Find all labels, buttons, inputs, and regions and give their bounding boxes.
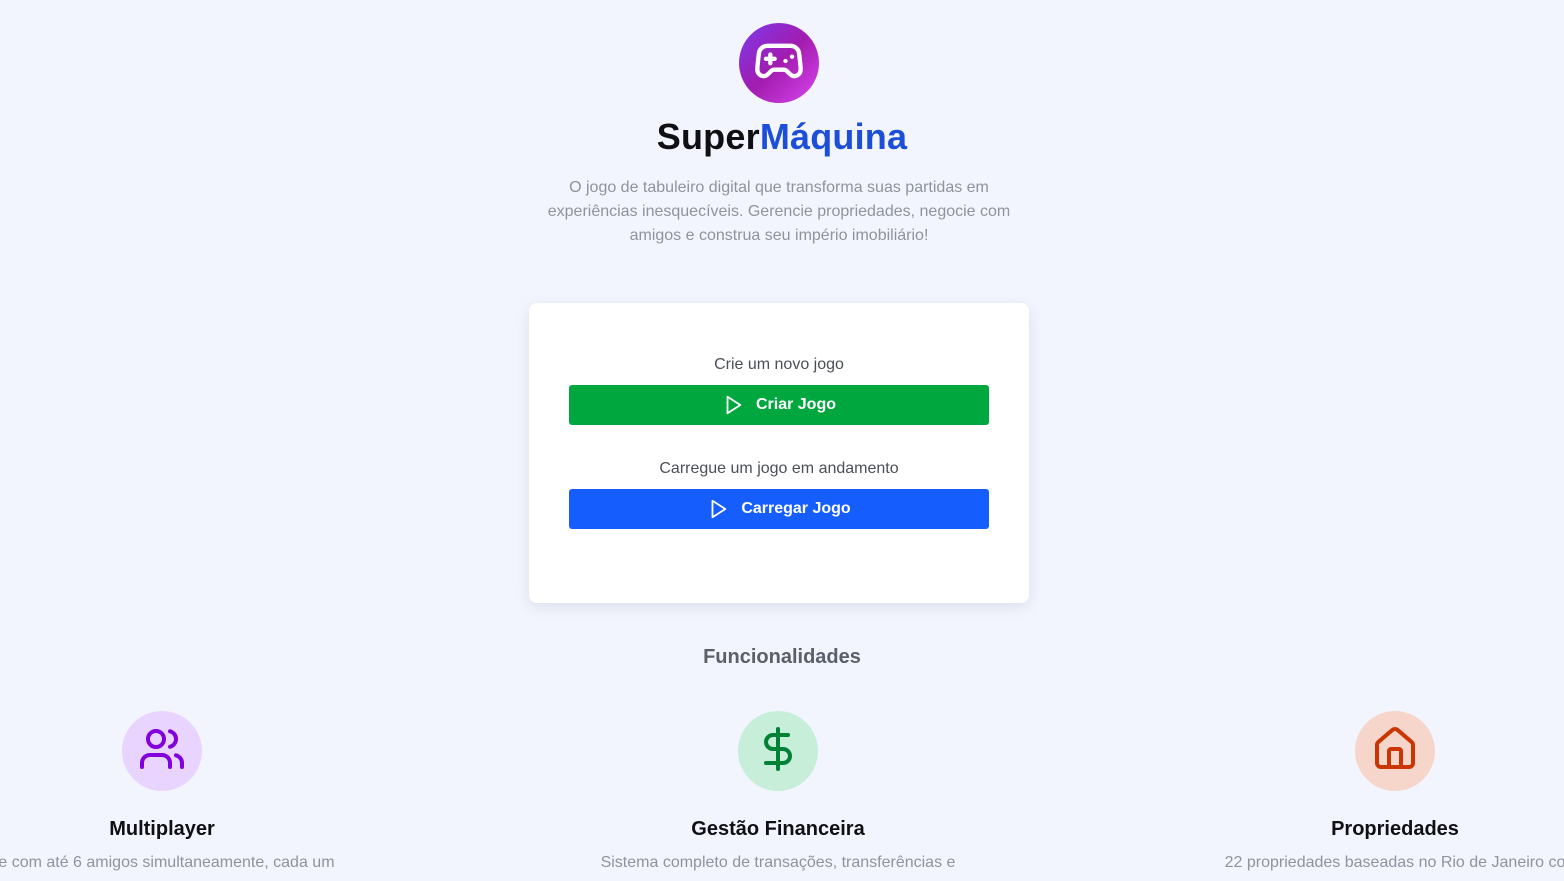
house-icon <box>1371 725 1419 778</box>
play-icon <box>722 394 744 416</box>
load-game-label: Carregue um jogo em andamento <box>659 460 899 477</box>
title-part-maquina: Máquina <box>759 116 908 157</box>
users-icon <box>138 725 186 778</box>
feature-icon-circle <box>122 711 202 791</box>
feature-description: ue com até 6 amigos simultaneamente, cad… <box>0 854 335 871</box>
logo <box>739 23 819 103</box>
play-icon <box>707 498 729 520</box>
load-game-button-label: Carregar Jogo <box>741 500 851 517</box>
feature-financial: Gestão Financeira Sistema completo de tr… <box>568 711 988 875</box>
feature-icon-circle <box>1355 711 1435 791</box>
load-game-button[interactable]: Carregar Jogo <box>569 489 989 529</box>
landing-page: SuperMáquina O jogo de tabuleiro digital… <box>0 0 1564 881</box>
page-subtitle: O jogo de tabuleiro digital que transfor… <box>547 179 1011 244</box>
feature-icon-circle <box>738 711 818 791</box>
feature-description: Sistema completo de transações, transfer… <box>600 854 956 871</box>
game-actions-card: Crie um novo jogo Criar Jogo Carregue um… <box>529 303 1029 603</box>
feature-multiplayer: Multiplayer ue com até 6 amigos simultan… <box>0 711 372 875</box>
feature-title: Multiplayer <box>109 818 215 840</box>
feature-title: Propriedades <box>1331 818 1459 840</box>
features-heading: Funcionalidades <box>703 646 861 668</box>
feature-description: 22 propriedades baseadas no Rio de Janei… <box>1224 854 1564 871</box>
dollar-icon <box>754 725 802 778</box>
title-part-super: Super <box>656 116 760 157</box>
feature-title: Gestão Financeira <box>691 818 865 840</box>
create-game-button-label: Criar Jogo <box>755 396 836 413</box>
feature-properties: Propriedades 22 propriedades baseadas no… <box>1185 711 1564 875</box>
create-game-label: Crie um novo jogo <box>714 356 844 373</box>
create-game-button[interactable]: Criar Jogo <box>569 385 989 425</box>
page-title: SuperMáquina <box>0 116 1564 158</box>
gamepad-icon <box>753 35 805 92</box>
